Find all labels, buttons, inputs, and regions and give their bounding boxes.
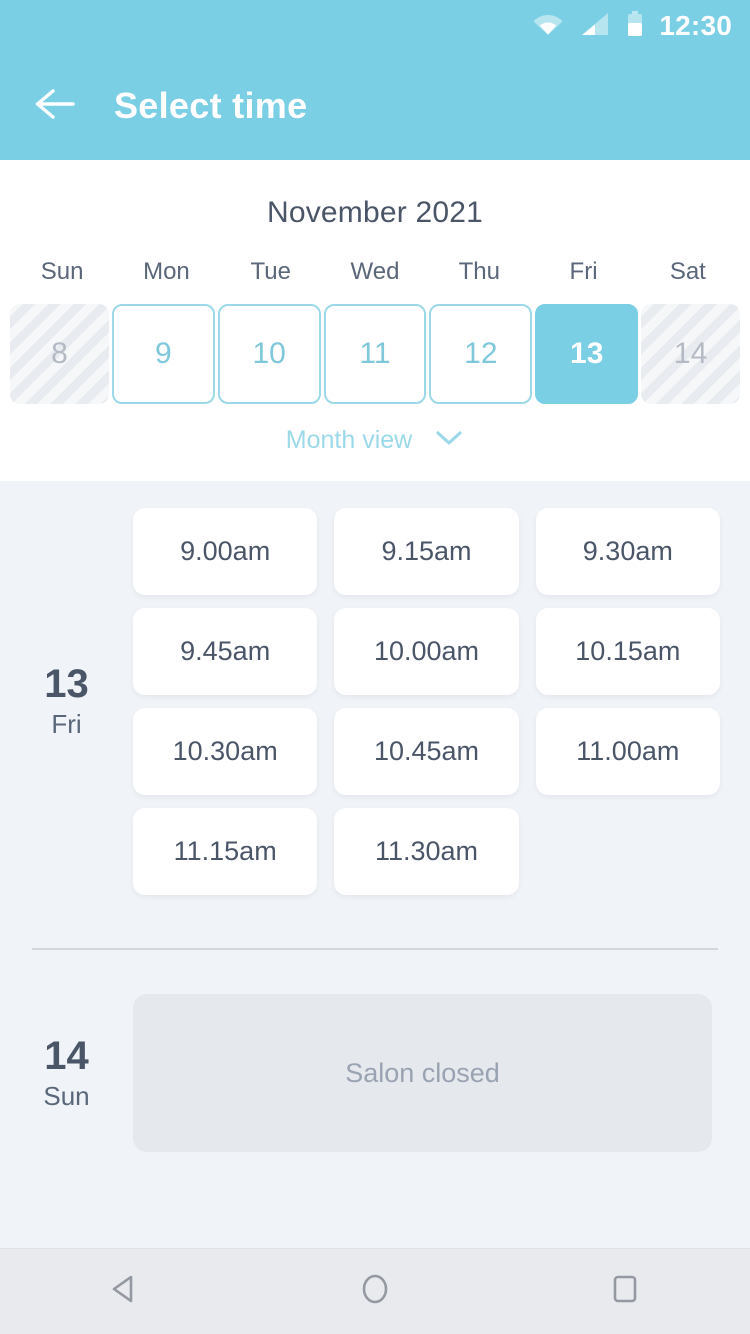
wifi-icon: [533, 12, 563, 41]
salon-closed-banner: Salon closed: [133, 994, 712, 1152]
calendar-weekday-row: Sun Mon Tue Wed Thu Fri Sat: [0, 258, 750, 286]
schedule-day-group-14: 14 Sun Salon closed: [0, 994, 750, 1152]
time-slot[interactable]: 11.00am: [535, 708, 720, 795]
weekday-label: Thu: [458, 258, 500, 285]
calendar-days-row: 8 9 10 11 12 13 14: [0, 304, 750, 404]
status-bar: 12:30: [0, 0, 750, 52]
day-marker: 13 Fri: [0, 481, 133, 922]
time-slot[interactable]: 9.45am: [133, 608, 318, 695]
status-bar-clock: 12:30: [659, 10, 732, 41]
month-view-toggle[interactable]: Month view: [0, 426, 750, 455]
day-marker-weekday: Fri: [51, 709, 82, 739]
app-screen: 12:30 Select time November 2021 Sun Mon …: [0, 0, 750, 1334]
weekday-label: Fri: [569, 258, 598, 285]
battery-icon: [627, 10, 643, 42]
time-slot[interactable]: 10.30am: [133, 708, 318, 795]
calendar-day-13[interactable]: 13: [535, 304, 639, 404]
day-marker-weekday: Sun: [43, 1080, 90, 1111]
arrow-left-icon: [33, 86, 77, 127]
app-bar: Select time: [0, 52, 750, 160]
weekday-label: Sun: [40, 258, 84, 285]
nav-recents-square-icon: [606, 1270, 644, 1313]
status-bar-icons: [533, 10, 643, 42]
time-slot[interactable]: 10.15am: [535, 608, 720, 695]
time-slot[interactable]: 9.30am: [535, 508, 720, 595]
time-slot[interactable]: 10.00am: [334, 608, 519, 695]
back-button[interactable]: [12, 63, 98, 149]
time-slot[interactable]: 11.30am: [334, 808, 519, 895]
calendar-day-10[interactable]: 10: [217, 304, 321, 404]
calendar-day-12[interactable]: 12: [429, 304, 533, 404]
weekday-label: Sat: [669, 258, 706, 285]
day-marker-number: 14: [44, 1033, 89, 1078]
nav-back-triangle-icon: [106, 1270, 144, 1313]
time-slot-grid: 9.00am 9.15am 9.30am 9.45am 10.00am 10.1…: [133, 481, 750, 922]
weekday-label: Tue: [250, 258, 291, 285]
day-marker-number: 13: [44, 662, 89, 706]
android-nav-bar: [0, 1248, 750, 1334]
nav-back-button[interactable]: [65, 1249, 185, 1334]
time-slot[interactable]: 9.00am: [133, 508, 318, 595]
weekday-label: Mon: [143, 258, 190, 285]
calendar-day-8: 8: [10, 304, 109, 404]
schedule-list: 13 Fri 9.00am 9.15am 9.30am 9.45am 10.00…: [0, 481, 750, 1248]
time-slot[interactable]: 9.15am: [334, 508, 519, 595]
calendar-day-9[interactable]: 9: [111, 304, 215, 404]
schedule-day-group-13: 13 Fri 9.00am 9.15am 9.30am 9.45am 10.00…: [0, 481, 750, 922]
calendar-day-14: 14: [641, 304, 741, 404]
calendar-day-11[interactable]: 11: [323, 304, 427, 404]
nav-home-circle-icon: [356, 1270, 394, 1313]
nav-home-button[interactable]: [315, 1249, 435, 1334]
schedule-divider: [32, 948, 718, 950]
nav-recents-button[interactable]: [565, 1249, 685, 1334]
calendar-panel: November 2021 Sun Mon Tue Wed Thu Fri Sa…: [0, 160, 750, 481]
time-slot[interactable]: 10.45am: [334, 708, 519, 795]
day-marker: 14 Sun: [0, 994, 133, 1152]
chevron-down-icon: [434, 429, 464, 452]
page-title: Select time: [114, 85, 308, 126]
weekday-label: Wed: [350, 258, 400, 285]
time-slot[interactable]: 11.15am: [133, 808, 318, 895]
month-view-label: Month view: [285, 426, 413, 454]
signal-icon: [581, 12, 609, 41]
calendar-month-label: November 2021: [266, 196, 484, 229]
